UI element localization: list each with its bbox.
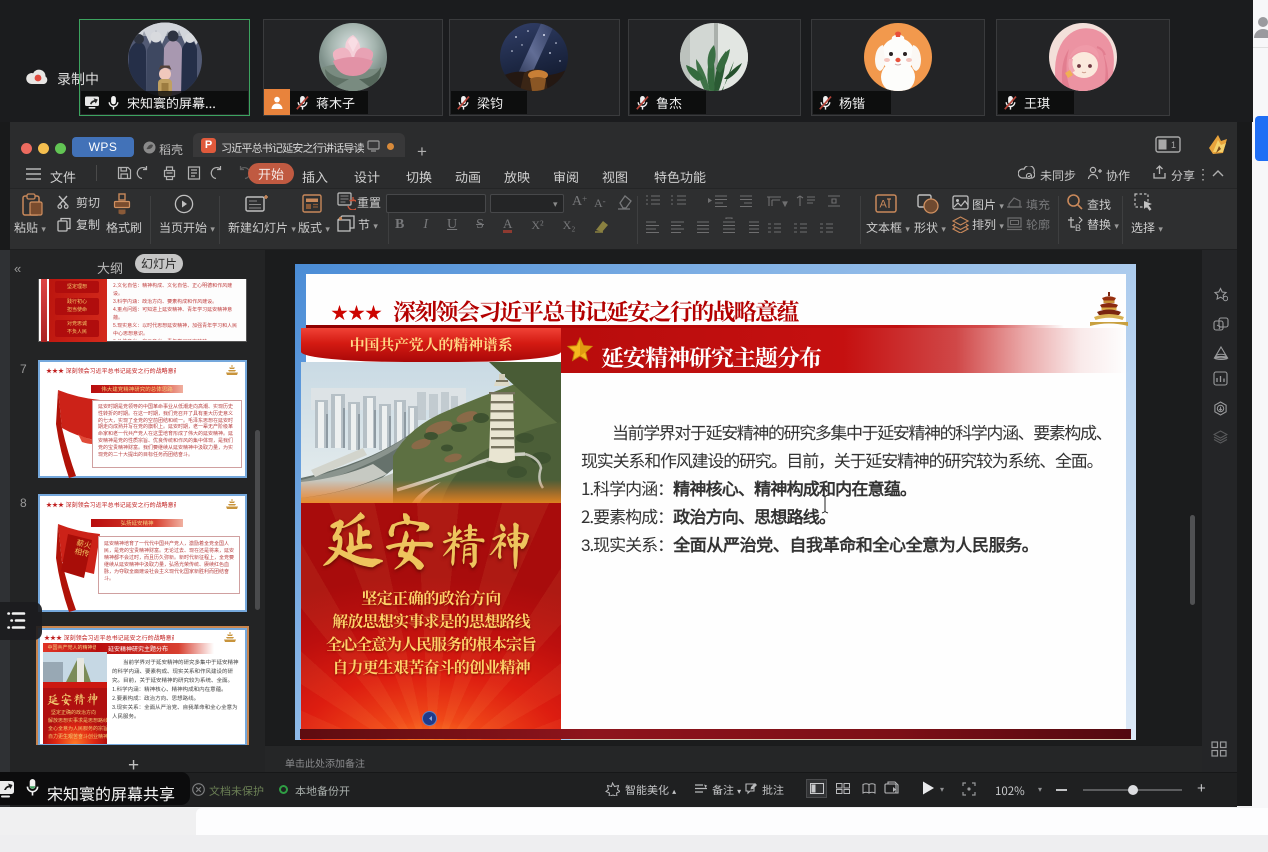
svg-text:坚定正确的政治方向: 坚定正确的政治方向 — [51, 709, 96, 716]
svg-text:1: 1 — [1171, 140, 1176, 150]
svg-text:延安精神: 延安精神 — [47, 693, 99, 706]
svg-text:自力更生艰苦奋斗创业精神: 自力更生艰苦奋斗创业精神 — [48, 733, 107, 740]
svg-text:B: B — [1075, 223, 1081, 232]
svg-text:▾: ▾ — [783, 198, 787, 209]
svg-text:A: A — [880, 199, 888, 211]
svg-text:解放思想实事求是思想路线: 解放思想实事求是思想路线 — [48, 717, 107, 724]
svg-text:全心全意为人民服务的宗旨: 全心全意为人民服务的宗旨 — [48, 725, 107, 732]
